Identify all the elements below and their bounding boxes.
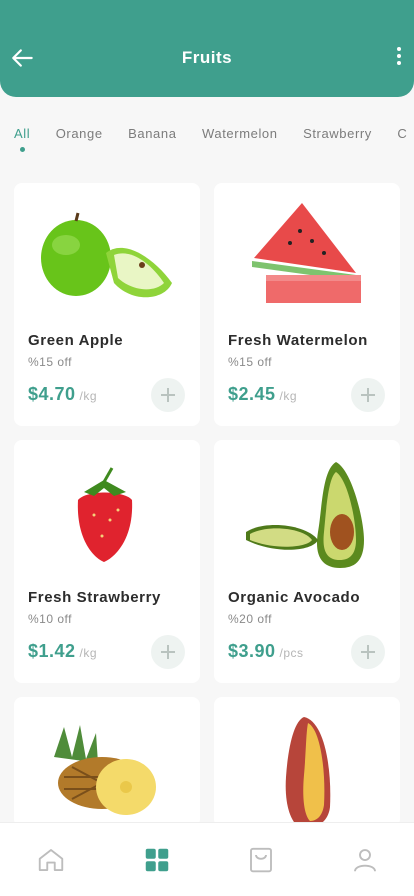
tab-more[interactable]: C [397, 126, 407, 141]
profile-icon[interactable] [350, 845, 380, 875]
tab-watermelon[interactable]: Watermelon [202, 126, 278, 141]
product-name: Fresh Strawberry [28, 589, 161, 606]
product-name: Green Apple [28, 332, 124, 349]
add-to-cart-button[interactable] [351, 635, 385, 669]
add-to-cart-button[interactable] [351, 378, 385, 412]
avocado-image [246, 462, 364, 568]
grid-icon[interactable] [142, 845, 172, 875]
product-card[interactable]: Organic Avocado %20 off $3.90/pcs [214, 440, 400, 683]
bottom-navigation [0, 822, 414, 896]
product-price: $4.70/kg [28, 384, 98, 404]
product-card[interactable] [214, 697, 400, 827]
tab-all[interactable]: All [14, 126, 30, 152]
product-card[interactable] [14, 697, 200, 827]
tab-orange[interactable]: Orange [56, 126, 103, 141]
product-name: Organic Avocado [228, 589, 361, 606]
header-bar: Fruits [0, 0, 414, 97]
tab-banana[interactable]: Banana [128, 126, 176, 141]
product-card[interactable]: Green Apple %15 off $4.70/kg [14, 183, 200, 426]
product-discount: %15 off [228, 355, 272, 369]
product-price: $2.45/kg [228, 384, 298, 404]
add-to-cart-button[interactable] [151, 635, 185, 669]
product-price: $1.42/kg [28, 641, 98, 661]
tab-strawberry[interactable]: Strawberry [303, 126, 372, 141]
category-tabs: All Orange Banana Watermelon Strawberry … [14, 125, 414, 155]
product-card[interactable]: Fresh Watermelon %15 off $2.45/kg [214, 183, 400, 426]
home-icon[interactable] [36, 845, 66, 875]
product-card[interactable]: Fresh Strawberry %10 off $1.42/kg [14, 440, 200, 683]
product-discount: %10 off [28, 612, 72, 626]
add-to-cart-button[interactable] [151, 378, 185, 412]
watermelon-image [252, 203, 361, 303]
active-indicator [19, 147, 25, 152]
strawberry-image [77, 467, 133, 562]
green-apple-image [41, 212, 172, 298]
more-options-icon[interactable] [392, 44, 406, 72]
mango-image [285, 717, 331, 827]
product-name: Fresh Watermelon [228, 332, 368, 349]
product-discount: %15 off [28, 355, 72, 369]
product-discount: %20 off [228, 612, 272, 626]
page-title: Fruits [181, 48, 233, 67]
product-price: $3.90/pcs [228, 641, 304, 661]
pineapple-image [54, 725, 156, 815]
bag-icon[interactable] [246, 845, 276, 875]
